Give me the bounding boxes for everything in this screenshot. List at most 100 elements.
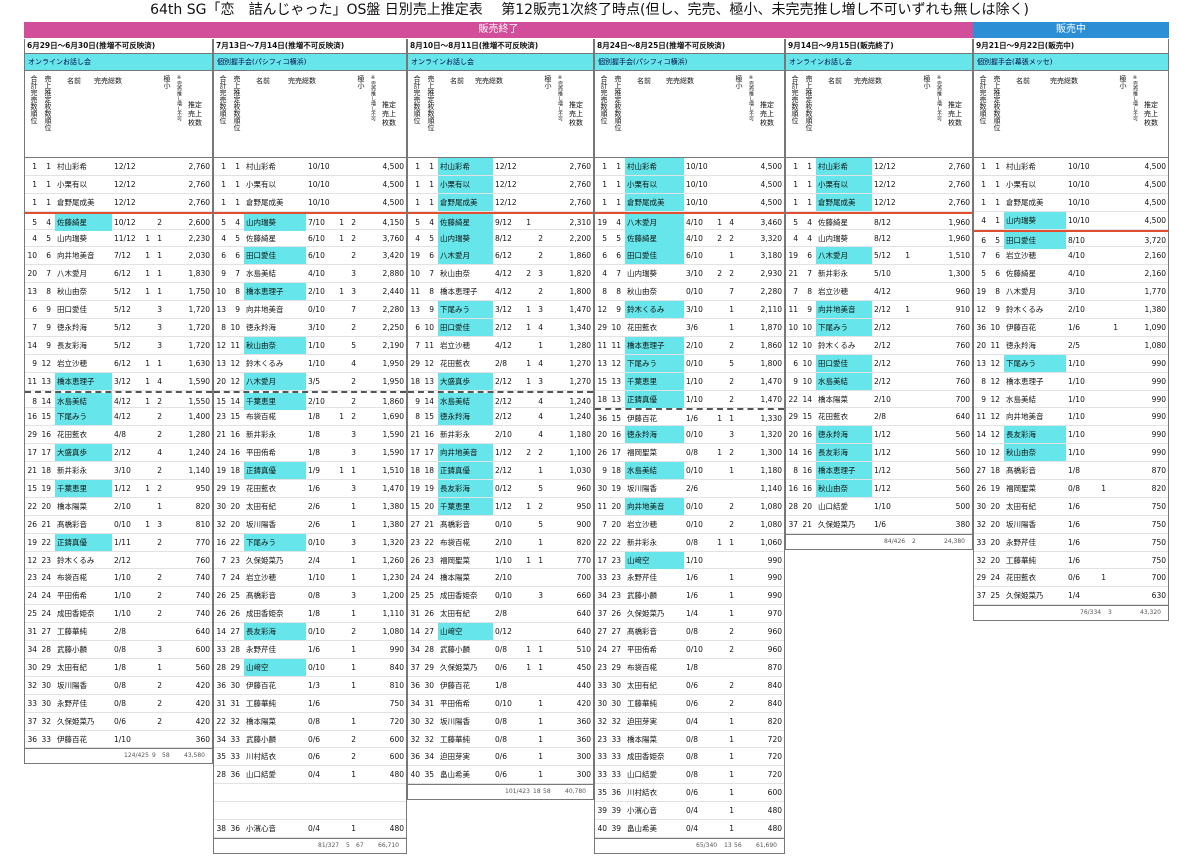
sales-rank: 4 [807, 233, 812, 243]
unsold-count: 1 [729, 823, 734, 833]
estimated-sales: 700 [576, 573, 591, 583]
estimated-sales: 910 [955, 305, 970, 315]
sold-out-count: 0/12 [495, 484, 512, 494]
estimated-sales: 1,270 [569, 376, 591, 386]
total-rank: 1 [793, 162, 798, 171]
sold-out-count: 6/12 [114, 358, 131, 368]
sales-rank: 12 [230, 358, 240, 368]
member-name: 橋本恵理子 [625, 336, 684, 354]
total-rank: 8 [221, 323, 226, 333]
sales-rank: 12 [990, 394, 1000, 404]
sold-out-count: 1/10 [1068, 394, 1085, 404]
member-name: 橋本陽菜 [440, 573, 470, 583]
member-name: 畠山希美 [627, 823, 657, 833]
estimated-sales: 1,230 [382, 573, 404, 583]
table-row [214, 784, 406, 803]
kyoku-count: 1 [145, 484, 150, 494]
sales-rank: 27 [41, 627, 51, 637]
total-rank: 9 [602, 466, 607, 476]
sold-out-count: 1/12 [114, 484, 131, 494]
total-rank: 32 [976, 519, 986, 529]
table-row: 16 16 秋山由奈 1/12 560 [786, 480, 972, 498]
unsold-count: 1 [729, 734, 734, 744]
table-row: 27 27 髙橋彩音 0/8 2 960 [595, 623, 784, 642]
total-rank: 32 [976, 555, 986, 565]
estimated-sales: 760 [955, 323, 970, 333]
table-row: 7 23 久保姫菜乃 2/4 1 1,260 [214, 552, 406, 570]
member-name: 布袋百椛 [440, 537, 470, 547]
kyoku-count: 1 [145, 287, 150, 297]
total-rank: 8 [793, 466, 798, 476]
sales-rank: 24 [424, 573, 434, 583]
estimated-sales: 1,380 [382, 501, 404, 511]
estimated-sales: 4,500 [382, 179, 404, 189]
sales-rank: 18 [611, 466, 621, 476]
member-name: 武藤小麟 [246, 734, 276, 744]
member-name: 花田藍衣 [627, 323, 657, 333]
member-name: 徳永羚海 [1006, 340, 1036, 350]
table-row: 11 20 向井地美音 0/10 2 1,080 [595, 497, 784, 516]
estimated-sales: 1,800 [760, 358, 782, 368]
sales-rank: 19 [41, 484, 51, 494]
unsold-count: 1 [157, 233, 162, 243]
member-name: 髙橋彩音 [246, 591, 276, 601]
sold-out-count: 2/6 [308, 501, 321, 511]
sales-rank: 33 [230, 752, 240, 762]
unsold-count: 2 [729, 680, 734, 690]
estimated-sales: 1,950 [382, 376, 404, 386]
table-row: 6 6 田口愛佳 6/10 2 3,420 [214, 247, 406, 266]
column-header: 合計完売数順位 売上推定枚数順位 名前 完売総数 極小 ※完売推し増し不可 推定売上枚数 [214, 70, 406, 158]
sales-rank: 1 [807, 179, 812, 189]
table-row: 21 7 新井彩永 5/10 1,300 [786, 265, 972, 284]
sales-rank: 9 [46, 323, 51, 333]
table-row: 1 1 倉野尾成美 12/12 2,760 [408, 193, 593, 212]
total-rank: 33 [597, 680, 607, 690]
unsold-count: 4 [538, 358, 543, 368]
table-row: 33 23 永野芹佳 1/6 1 990 [595, 569, 784, 588]
estimated-sales: 1,950 [382, 358, 404, 368]
unsold-count: 2 [351, 376, 356, 386]
sales-rank: 9 [616, 305, 621, 315]
total-rank: 6 [602, 251, 607, 261]
sales-rank: 8 [46, 287, 51, 297]
table-row: 8 15 徳永羚海 2/12 4 1,240 [408, 408, 593, 427]
estimated-sales: 1,590 [382, 430, 404, 440]
column-header: 合計完売数順位 売上推定枚数順位 名前 完売総数 極小 ※完売推し増し不可 推定売上枚数 [25, 70, 212, 158]
sales-rank: 33 [41, 734, 51, 744]
sales-rank: 10 [802, 340, 812, 350]
table-row: 5 4 佐藤綺星 10/12 2 2,600 [25, 211, 212, 231]
sold-out-count: 12/12 [114, 179, 136, 189]
estimated-sales: 4,500 [1144, 162, 1166, 171]
table-row: 37 29 久保姫菜乃 0/6 1 1 450 [408, 659, 593, 677]
table-row: 32 32 工藤華純 0/8 1 360 [408, 731, 593, 749]
total-rank: 37 [976, 591, 986, 601]
table-row: 18 13 正鋳真優 1/10 2 1,470 [595, 390, 784, 409]
header-name: 名前 [256, 77, 270, 85]
member-name: 橋本恵理子 [244, 283, 306, 301]
member-name: 水島美結 [246, 269, 276, 279]
estimated-sales: 1,090 [1144, 323, 1166, 333]
member-name: 山内瑞葵 [57, 233, 87, 243]
estimated-sales: 4,500 [1144, 179, 1166, 189]
estimated-sales: 560 [955, 484, 970, 494]
sold-out-count: 12/12 [874, 179, 896, 189]
total-rank: 8 [602, 287, 607, 297]
member-name: 久保姫菜乃 [57, 716, 95, 726]
sales-rank: 7 [235, 269, 240, 279]
unsold-count: 2 [157, 484, 162, 494]
table-row: 28 36 山口結愛 0/4 1 480 [214, 766, 406, 785]
member-name: 久保姫菜乃 [246, 555, 284, 565]
unsold-count: 2 [157, 591, 162, 601]
sales-rank: 30 [230, 680, 240, 690]
sales-rank: 22 [230, 537, 240, 547]
estimated-sales: 2,760 [569, 179, 591, 189]
block-venue: オンラインお話し会 [786, 54, 972, 70]
sales-rank: 33 [611, 752, 621, 762]
total-rank: 7 [415, 340, 420, 350]
member-name: 鈴木くるみ [818, 340, 856, 350]
sold-out-count: 1/12 [495, 448, 512, 458]
total-rank: 30 [216, 501, 226, 511]
estimated-sales: 420 [576, 698, 591, 708]
sales-rank: 15 [802, 412, 812, 422]
sales-rank: 15 [230, 412, 240, 422]
